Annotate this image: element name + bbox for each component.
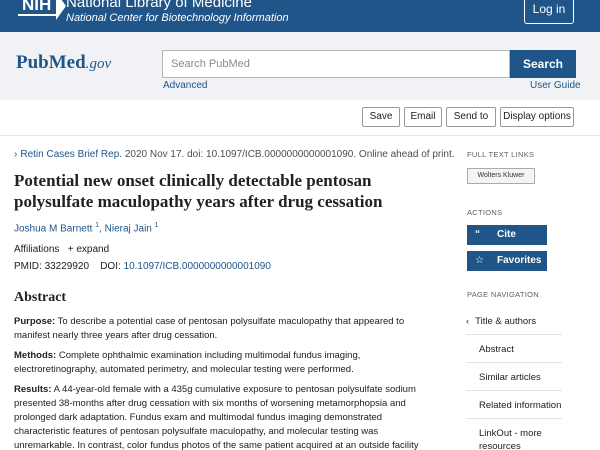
chevron-left-icon: ‹	[466, 316, 470, 327]
abstract-heading: Abstract	[14, 290, 67, 305]
display-options-button[interactable]: Display options	[500, 107, 574, 127]
nav-title-authors[interactable]: ‹ Title & authors	[466, 315, 566, 328]
abstract-purpose: Purpose: To describe a potential case of…	[14, 315, 432, 343]
search-band: PubMed.gov Search Advanced User Guide	[0, 32, 600, 100]
journal-link[interactable]: Retin Cases Brief Rep.	[20, 149, 122, 160]
article-title: Potential new onset clinically detectabl…	[14, 171, 383, 211]
quote-icon: “	[475, 229, 480, 240]
nav-divider	[466, 418, 562, 419]
nav-similar-articles[interactable]: Similar articles	[479, 371, 579, 384]
cite-button[interactable]: “ Cite	[467, 225, 547, 245]
pubmed-logo-suffix: .gov	[85, 56, 112, 72]
nav-abstract[interactable]: Abstract	[479, 343, 579, 356]
nih-subtitle: National Center for Biotechnology Inform…	[66, 12, 289, 24]
pmid-label: PMID:	[14, 261, 42, 272]
citation-text: 2020 Nov 17. doi: 10.1097/ICB.0000000000…	[124, 149, 455, 160]
abstract-results: Results: A 44-year-old female with a 435…	[14, 383, 432, 450]
nav-item-label: Title & authors	[475, 316, 537, 327]
doi-label: DOI:	[100, 261, 121, 272]
email-button[interactable]: Email	[404, 107, 442, 127]
author-affiliation-ref[interactable]: 1	[155, 222, 159, 229]
expand-affiliations-button[interactable]: + expand	[68, 244, 109, 255]
author-link[interactable]: Nieraj Jain	[105, 223, 152, 234]
advanced-search-link[interactable]: Advanced	[163, 80, 207, 91]
pubmed-logo[interactable]: PubMed.gov	[16, 52, 111, 74]
affiliations-row: Affiliations + expand	[14, 244, 109, 255]
identifiers-row: PMID: 33229920 DOI: 10.1097/ICB.00000000…	[14, 261, 271, 272]
purpose-label: Purpose:	[14, 316, 56, 327]
journal-citation: › Retin Cases Brief Rep. 2020 Nov 17. doi…	[14, 149, 455, 160]
full-text-links-heading: FULL TEXT LINKS	[467, 150, 535, 159]
results-label: Results:	[14, 384, 52, 395]
methods-text: Complete ophthalmic examination includin…	[14, 350, 361, 375]
nih-logo[interactable]: NIH	[18, 0, 66, 20]
pubmed-logo-main: PubMed	[16, 52, 86, 73]
cite-label: Cite	[497, 229, 516, 240]
chevron-right-icon: ›	[14, 149, 18, 160]
purpose-text: To describe a potential case of pentosan…	[14, 316, 405, 341]
user-guide-link[interactable]: User Guide	[530, 80, 581, 91]
search-input[interactable]	[162, 50, 510, 78]
author-list: Joshua M Barnett 1, Nieraj Jain 1	[14, 222, 159, 234]
publisher-link[interactable]: Wolters Kluwer	[467, 168, 535, 184]
search-button[interactable]: Search	[510, 50, 576, 78]
nav-divider	[466, 362, 562, 363]
star-icon: ☆	[475, 255, 484, 266]
nav-linkout[interactable]: LinkOut - more resources	[479, 427, 559, 450]
nav-related-information[interactable]: Related information	[479, 399, 579, 412]
favorites-label: Favorites	[497, 255, 542, 266]
send-to-button[interactable]: Send to	[446, 107, 496, 127]
nih-title[interactable]: National Library of Medicine	[66, 0, 252, 11]
nih-banner: NIH National Library of Medicine Nationa…	[0, 0, 600, 32]
save-button[interactable]: Save	[362, 107, 400, 127]
login-button[interactable]: Log in	[524, 0, 574, 24]
nav-divider	[466, 390, 562, 391]
divider	[0, 135, 600, 136]
doi-link[interactable]: 10.1097/ICB.0000000000001090	[124, 261, 271, 272]
nav-divider	[466, 334, 562, 335]
methods-label: Methods:	[14, 350, 57, 361]
page-navigation-heading: PAGE NAVIGATION	[467, 290, 540, 299]
actions-heading: ACTIONS	[467, 208, 503, 217]
results-text: A 44-year-old female with a 435g cumulat…	[14, 384, 419, 450]
affiliations-label: Affiliations	[14, 244, 60, 255]
pmid-value: 33229920	[44, 261, 90, 272]
favorites-button[interactable]: ☆ Favorites	[467, 251, 547, 271]
author-separator: ,	[99, 223, 102, 235]
abstract-methods: Methods: Complete ophthalmic examination…	[14, 349, 432, 377]
author-link[interactable]: Joshua M Barnett	[14, 223, 92, 234]
